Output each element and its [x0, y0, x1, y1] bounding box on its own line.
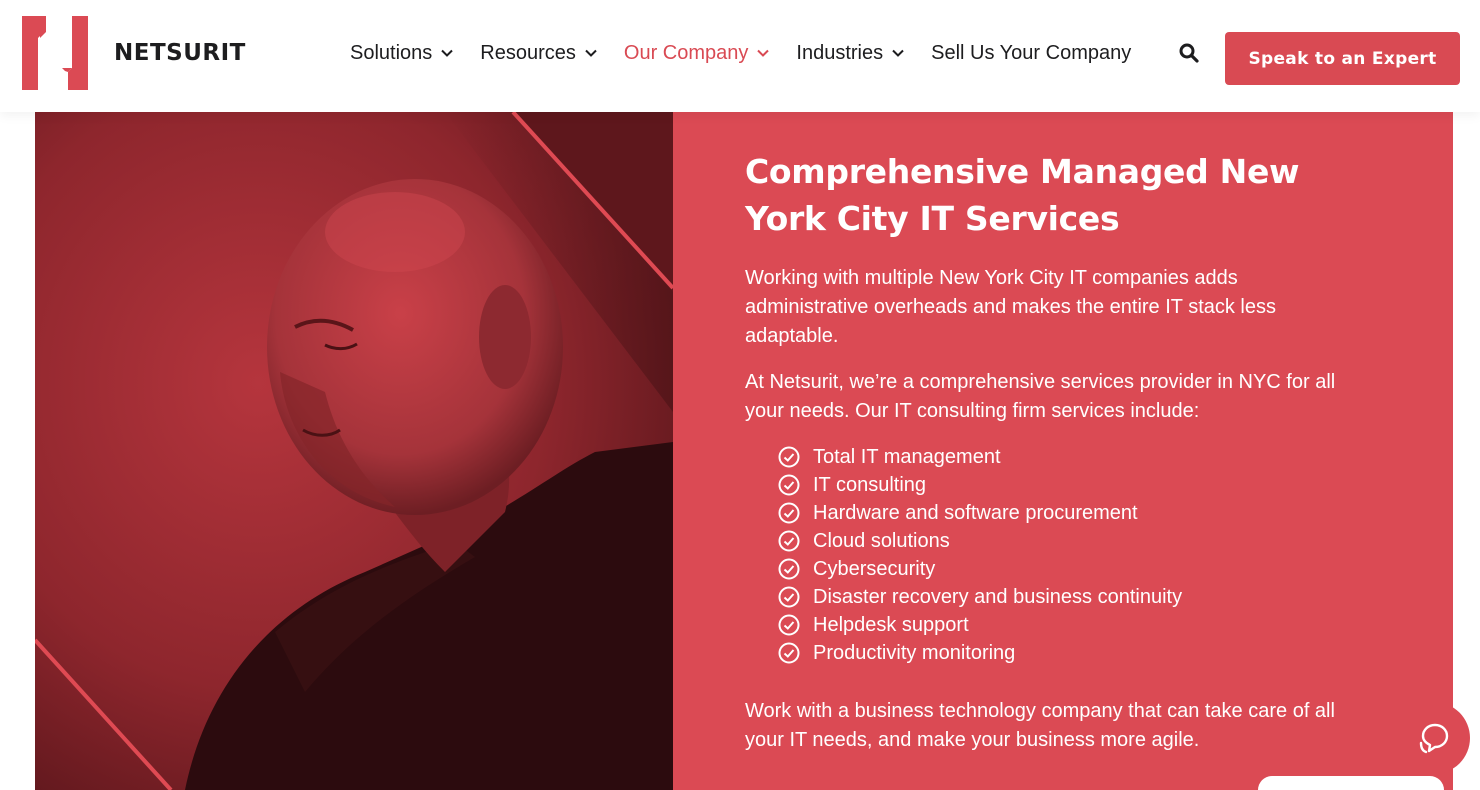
check-circle-icon: [778, 530, 800, 552]
hero-paragraph-services: At Netsurit, we’re a comprehensive servi…: [745, 371, 1336, 422]
service-label: Cloud solutions: [813, 529, 950, 552]
service-label: Productivity monitoring: [813, 641, 1016, 664]
check-circle-icon: [778, 642, 800, 664]
service-label: IT consulting: [813, 473, 927, 496]
list-item: Cloud solutions: [778, 527, 1363, 555]
hero-photo: [35, 112, 673, 790]
chat-launcher-button[interactable]: [1398, 702, 1470, 774]
list-item: Productivity monitoring: [778, 639, 1363, 667]
nav-item-sell-us-your-company[interactable]: Sell Us Your Company: [931, 38, 1131, 68]
check-circle-icon: [778, 558, 800, 580]
portrait-image: [35, 112, 673, 790]
check-circle-icon: [778, 502, 800, 524]
search-button[interactable]: [1178, 42, 1200, 64]
site-header: NETSURIT Solutions Resources Our Company…: [0, 0, 1480, 112]
hero-paragraph-intro: Working with multiple New York City IT c…: [745, 267, 1276, 347]
brand-name: NETSURIT: [114, 40, 246, 66]
nav-item-label: Sell Us Your Company: [931, 41, 1132, 64]
list-item: IT consulting: [778, 471, 1363, 499]
chevron-down-icon: [585, 49, 597, 57]
brand-logo[interactable]: NETSURIT: [22, 16, 246, 90]
search-icon: [1179, 43, 1199, 63]
check-circle-icon: [778, 614, 800, 636]
list-item: Disaster recovery and business continuit…: [778, 583, 1363, 611]
nav-item-solutions[interactable]: Solutions: [350, 38, 454, 68]
hero-section: Comprehensive Managed New York City IT S…: [35, 112, 1453, 790]
netsurit-logo-icon: [22, 16, 88, 90]
chevron-down-icon: [757, 49, 770, 57]
nav-item-label: Resources: [480, 41, 576, 64]
service-label: Total IT management: [813, 445, 1001, 468]
list-item: Helpdesk support: [778, 611, 1363, 639]
service-label: Hardware and software procurement: [813, 501, 1138, 524]
nav-item-label: Solutions: [350, 41, 433, 64]
main-nav: Solutions Resources Our Company Industri…: [350, 38, 1157, 68]
nav-item-industries[interactable]: Industries: [796, 38, 905, 68]
nav-item-label: Our Company: [623, 41, 749, 64]
check-circle-icon: [778, 446, 800, 468]
hero-title: Comprehensive Managed New York City IT S…: [745, 152, 1300, 238]
nav-item-resources[interactable]: Resources: [480, 38, 598, 68]
hero-paragraph-closing: Work with a business technology company …: [745, 700, 1335, 751]
service-label: Disaster recovery and business continuit…: [813, 585, 1183, 608]
service-label: Cybersecurity: [813, 557, 936, 580]
list-item: Hardware and software procurement: [778, 499, 1363, 527]
chevron-down-icon: [441, 49, 453, 57]
check-circle-icon: [778, 586, 800, 608]
chevron-down-icon: [892, 49, 904, 57]
speak-to-expert-button[interactable]: Speak to an Expert: [1225, 32, 1460, 85]
hero-content-panel: Comprehensive Managed New York City IT S…: [673, 112, 1453, 790]
nav-item-our-company[interactable]: Our Company: [624, 38, 771, 68]
chat-widget-tab[interactable]: [1258, 776, 1444, 790]
list-item: Cybersecurity: [778, 555, 1363, 583]
services-list: Total IT management IT consulting Hardwa…: [778, 443, 1363, 667]
nav-item-label: Industries: [796, 41, 884, 64]
list-item: Total IT management: [778, 443, 1363, 471]
check-circle-icon: [778, 474, 800, 496]
chat-bubbles-icon: [1419, 723, 1449, 754]
service-label: Helpdesk support: [813, 613, 969, 636]
